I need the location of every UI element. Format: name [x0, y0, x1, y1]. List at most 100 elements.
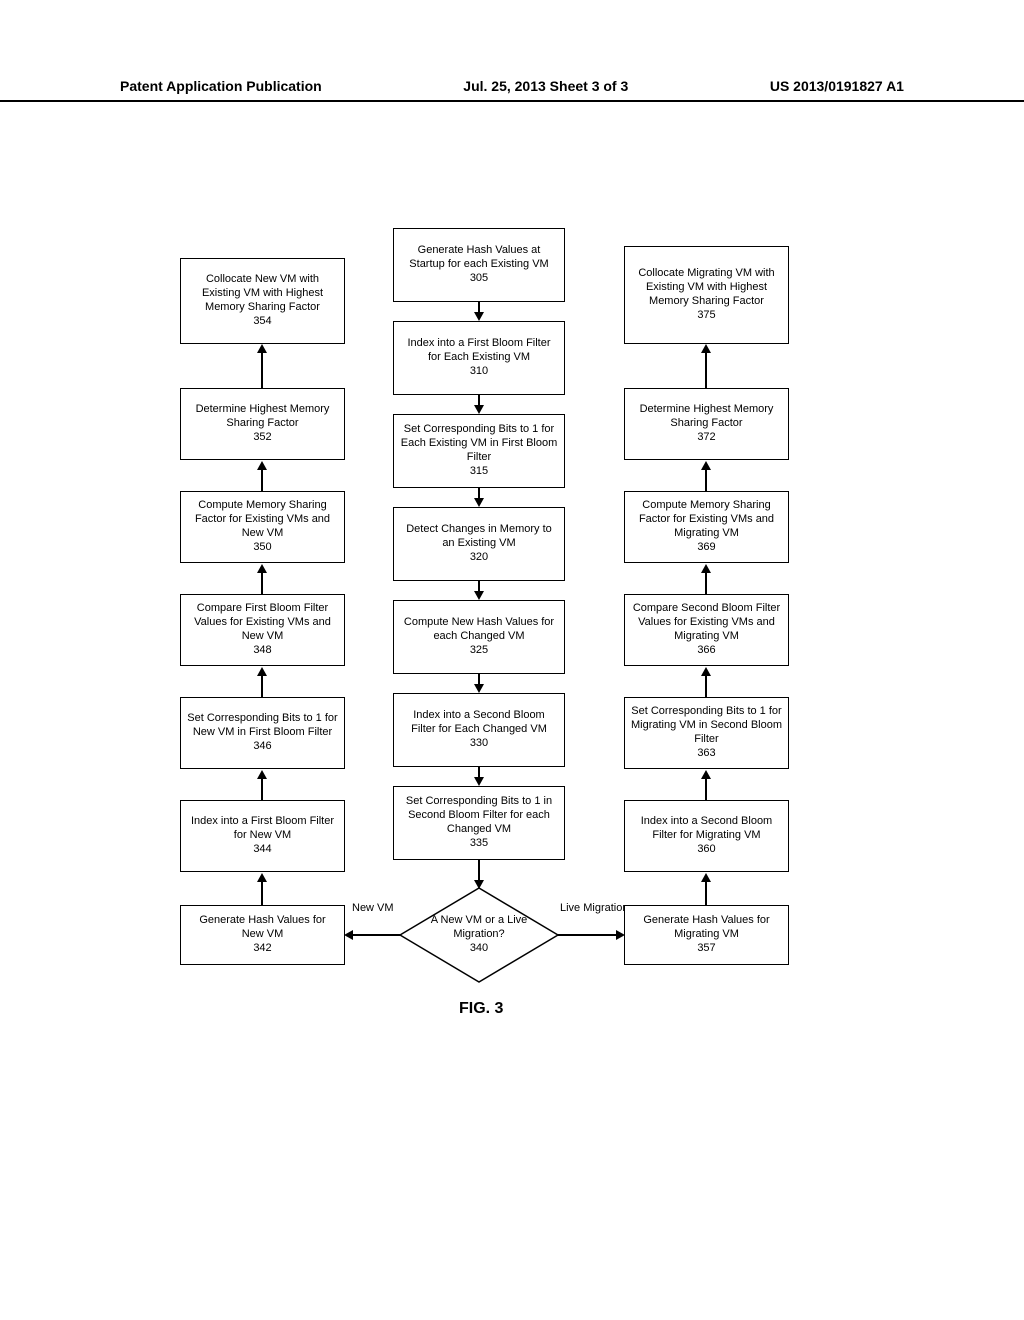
box-text: Compare Second Bloom Filter Values for E… — [631, 602, 782, 643]
box-num: 346 — [253, 740, 271, 754]
arrow-head-down-icon — [474, 777, 484, 786]
box-text: Set Corresponding Bits to 1 in Second Bl… — [400, 795, 558, 836]
arrow-line — [261, 675, 263, 697]
arrow-line — [261, 352, 263, 388]
arrow-line — [261, 881, 263, 905]
box-363: Set Corresponding Bits to 1 for Migratin… — [624, 697, 789, 769]
arrow-head-down-icon — [474, 498, 484, 507]
box-num: 342 — [253, 942, 271, 956]
box-text: Compare First Bloom Filter Values for Ex… — [187, 602, 338, 643]
arrow-head-up-icon — [257, 564, 267, 573]
box-text: Compute Memory Sharing Factor for Existi… — [187, 499, 338, 540]
figure-caption: FIG. 3 — [459, 1000, 503, 1018]
arrow-head-up-icon — [257, 873, 267, 882]
box-text: Determine Highest Memory Sharing Factor — [187, 403, 338, 431]
arrow-head-up-icon — [701, 564, 711, 573]
box-num: 320 — [470, 551, 488, 565]
arrow-line — [352, 934, 400, 936]
flowchart: Generate Hash Values at Startup for each… — [0, 0, 1024, 1320]
box-text: Set Corresponding Bits to 1 for Migratin… — [631, 705, 782, 746]
arrow-head-down-icon — [474, 591, 484, 600]
box-354: Collocate New VM with Existing VM with H… — [180, 258, 345, 344]
arrow-head-up-icon — [257, 667, 267, 676]
box-text: Collocate Migrating VM with Existing VM … — [631, 267, 782, 308]
box-369: Compute Memory Sharing Factor for Existi… — [624, 491, 789, 563]
box-348: Compare First Bloom Filter Values for Ex… — [180, 594, 345, 666]
box-352: Determine Highest Memory Sharing Factor … — [180, 388, 345, 460]
arrow-head-up-icon — [701, 873, 711, 882]
box-num: 366 — [697, 644, 715, 658]
arrow-line — [261, 778, 263, 800]
box-num: 350 — [253, 541, 271, 555]
box-344: Index into a First Bloom Filter for New … — [180, 800, 345, 872]
arrow-head-up-icon — [257, 770, 267, 779]
box-num: 325 — [470, 644, 488, 658]
box-num: 335 — [470, 837, 488, 851]
decision-label: A New VM or a Live Migration? 340 — [399, 887, 559, 983]
box-text: Generate Hash Values for New VM — [187, 914, 338, 942]
arrow-head-up-icon — [257, 344, 267, 353]
box-text: Generate Hash Values at Startup for each… — [400, 244, 558, 272]
arrow-head-down-icon — [474, 312, 484, 321]
arrow-line — [558, 934, 618, 936]
box-315: Set Corresponding Bits to 1 for Each Exi… — [393, 414, 565, 488]
decision-text: A New VM or a Live Migration? — [409, 914, 549, 942]
arrow-head-up-icon — [257, 461, 267, 470]
box-num: 330 — [470, 737, 488, 751]
box-num: 315 — [470, 465, 488, 479]
arrow-head-up-icon — [701, 667, 711, 676]
box-text: Index into a Second Bloom Filter for Mig… — [631, 815, 782, 843]
box-360: Index into a Second Bloom Filter for Mig… — [624, 800, 789, 872]
box-num: 369 — [697, 541, 715, 555]
box-text: Compute Memory Sharing Factor for Existi… — [631, 499, 782, 540]
box-372: Determine Highest Memory Sharing Factor … — [624, 388, 789, 460]
box-num: 348 — [253, 644, 271, 658]
box-text: Collocate New VM with Existing VM with H… — [187, 273, 338, 314]
box-305: Generate Hash Values at Startup for each… — [393, 228, 565, 302]
box-num: 354 — [253, 315, 271, 329]
box-310: Index into a First Bloom Filter for Each… — [393, 321, 565, 395]
arrow-line — [261, 469, 263, 491]
edge-label-new-vm: New VM — [352, 902, 394, 914]
box-num: 305 — [470, 272, 488, 286]
decision-num: 340 — [470, 942, 488, 956]
edge-label-live-migration: Live Migration — [560, 902, 628, 914]
box-num: 360 — [697, 843, 715, 857]
box-330: Index into a Second Bloom Filter for Eac… — [393, 693, 565, 767]
box-375: Collocate Migrating VM with Existing VM … — [624, 246, 789, 344]
box-text: Determine Highest Memory Sharing Factor — [631, 403, 782, 431]
box-357: Generate Hash Values for Migrating VM 35… — [624, 905, 789, 965]
box-text: Compute New Hash Values for each Changed… — [400, 616, 558, 644]
arrow-head-down-icon — [474, 405, 484, 414]
box-342: Generate Hash Values for New VM 342 — [180, 905, 345, 965]
arrow-line — [478, 860, 480, 882]
box-text: Index into a First Bloom Filter for New … — [187, 815, 338, 843]
box-num: 363 — [697, 747, 715, 761]
arrow-head-down-icon — [474, 684, 484, 693]
arrow-head-left-icon — [344, 930, 353, 940]
box-350: Compute Memory Sharing Factor for Existi… — [180, 491, 345, 563]
box-text: Set Corresponding Bits to 1 for Each Exi… — [400, 423, 558, 464]
arrow-line — [705, 469, 707, 491]
box-num: 310 — [470, 365, 488, 379]
arrow-head-up-icon — [701, 461, 711, 470]
arrow-line — [705, 778, 707, 800]
box-text: Detect Changes in Memory to an Existing … — [400, 523, 558, 551]
arrow-line — [705, 675, 707, 697]
box-text: Index into a First Bloom Filter for Each… — [400, 337, 558, 365]
arrow-head-up-icon — [701, 344, 711, 353]
box-text: Set Corresponding Bits to 1 for New VM i… — [187, 712, 338, 740]
box-num: 352 — [253, 431, 271, 445]
box-325: Compute New Hash Values for each Changed… — [393, 600, 565, 674]
decision-340: A New VM or a Live Migration? 340 — [399, 887, 559, 983]
box-num: 357 — [697, 942, 715, 956]
arrow-head-up-icon — [701, 770, 711, 779]
box-346: Set Corresponding Bits to 1 for New VM i… — [180, 697, 345, 769]
box-366: Compare Second Bloom Filter Values for E… — [624, 594, 789, 666]
arrow-line — [705, 352, 707, 388]
box-num: 372 — [697, 431, 715, 445]
box-335: Set Corresponding Bits to 1 in Second Bl… — [393, 786, 565, 860]
arrow-line — [705, 572, 707, 594]
box-num: 375 — [697, 309, 715, 323]
box-320: Detect Changes in Memory to an Existing … — [393, 507, 565, 581]
